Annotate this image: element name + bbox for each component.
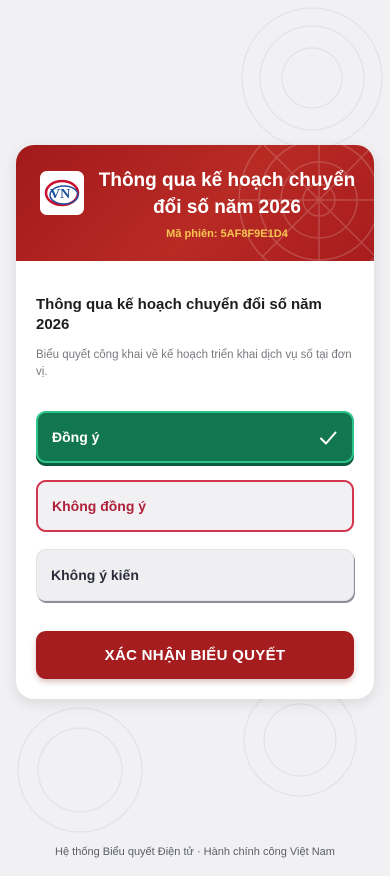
card-body: Thông qua kế hoạch chuyển đổi số năm 202… (36, 261, 354, 679)
card-header: VN Thông qua kế hoạch chuyển đổi số năm … (16, 145, 374, 261)
vn-logo-icon: VN (40, 171, 84, 215)
option-abstain-label: Không ý kiến (51, 567, 139, 583)
logo-text: VN (50, 187, 70, 202)
option-abstain[interactable]: Không ý kiến (36, 549, 354, 601)
option-agree[interactable]: Đồng ý (36, 411, 354, 463)
check-icon (320, 431, 337, 445)
motion-description: Biểu quyết công khai về kế hoạch triển k… (36, 349, 352, 378)
option-agree-label: Đồng ý (52, 429, 100, 445)
logo-mark: VN (44, 179, 80, 207)
vote-card: VN Thông qua kế hoạch chuyển đổi số năm … (16, 145, 374, 699)
option-disagree[interactable]: Không đồng ý (36, 480, 354, 532)
motion-title: Thông qua kế hoạch chuyển đổi số năm 202… (36, 296, 322, 333)
option-disagree-label: Không đồng ý (52, 498, 147, 514)
confirm-vote-button[interactable]: XÁC NHẬN BIỂU QUYẾT (36, 631, 354, 679)
session-code: Mã phiên: 5AF8F9E1D4 (166, 228, 288, 240)
header-title: Thông qua kế hoạch chuyển đổi số năm 202… (98, 170, 356, 218)
footer-text: Hệ thống Biểu quyết Điện tử · Hành chính… (55, 846, 335, 858)
